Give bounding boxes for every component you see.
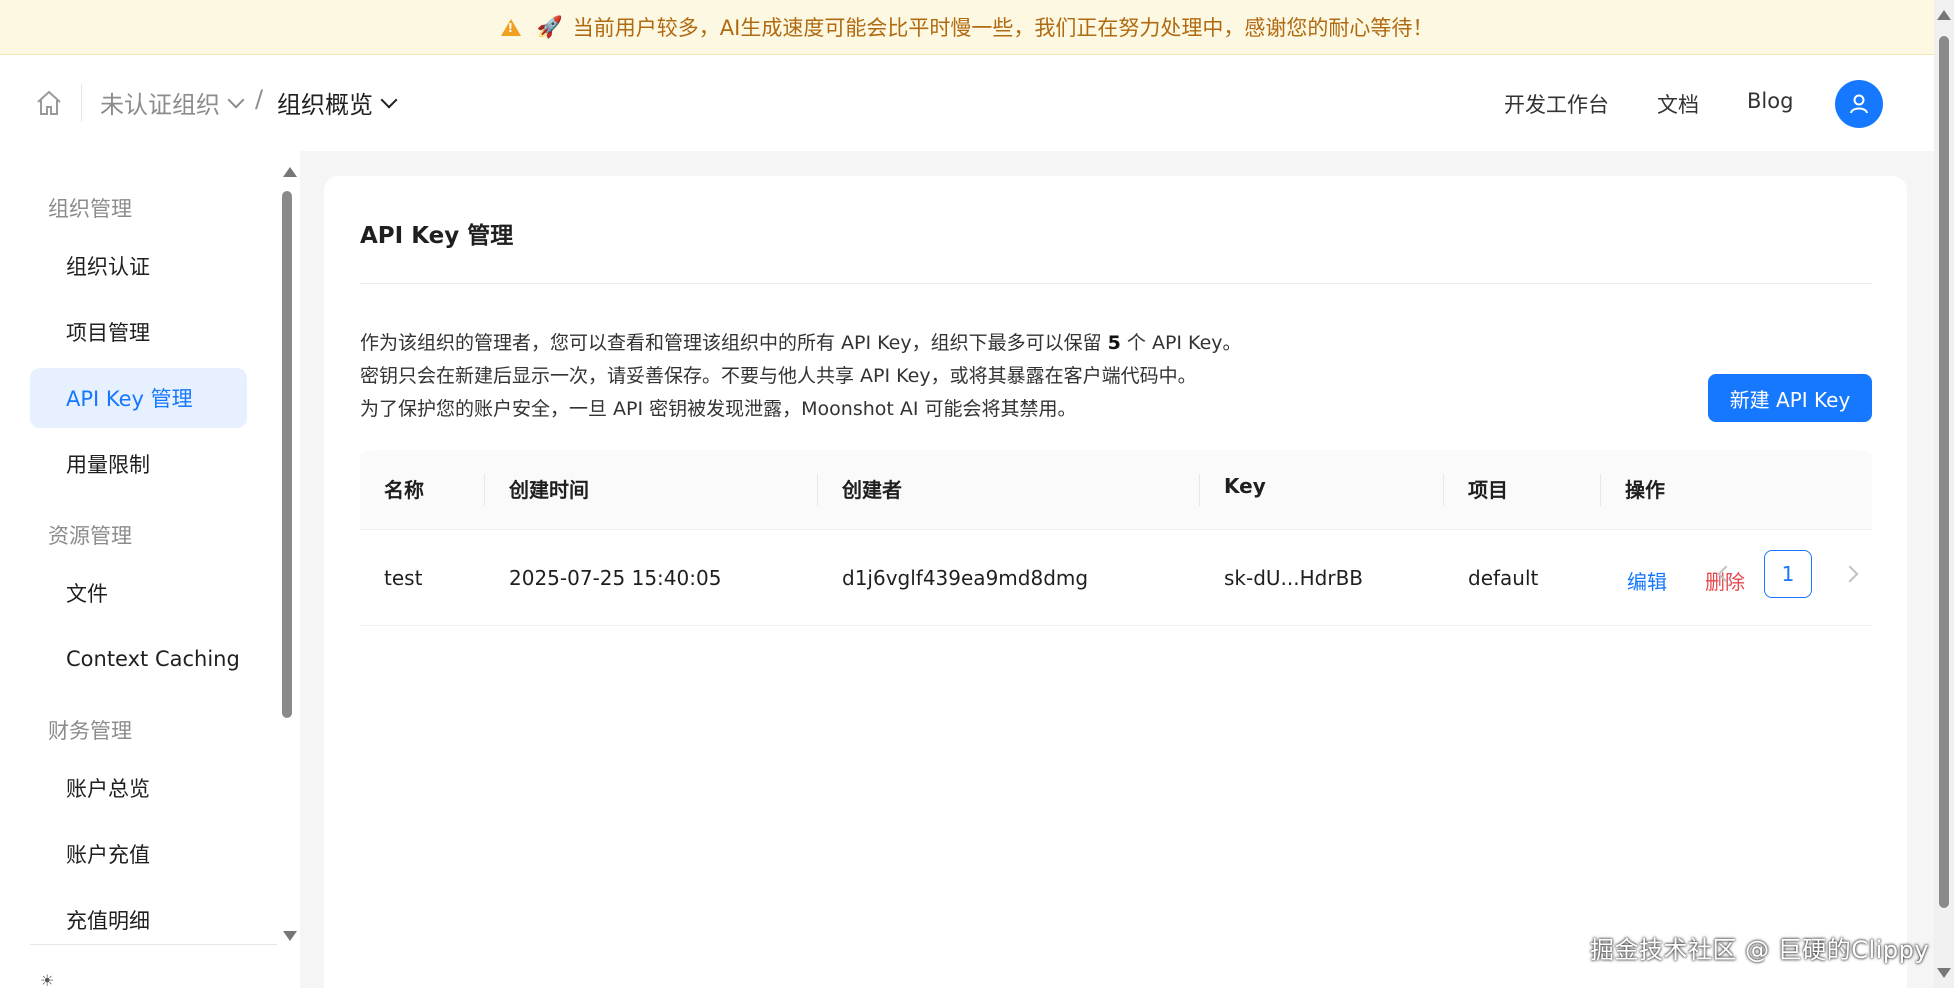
sidebar-item-recharge[interactable]: 账户充值	[30, 824, 247, 884]
sidebar: 组织管理 组织认证 项目管理 API Key 管理 用量限制 资源管理 文件 C…	[0, 151, 300, 988]
column-separator	[1600, 474, 1601, 506]
avatar[interactable]	[1835, 80, 1883, 128]
org-switcher[interactable]: 未认证组织	[100, 85, 245, 120]
chevron-down-icon	[380, 91, 398, 108]
cell-project: default	[1468, 566, 1539, 590]
column-separator	[817, 474, 818, 506]
scroll-down-arrow-icon[interactable]	[283, 931, 297, 941]
column-created: 创建时间	[509, 478, 589, 502]
description-line-2: 密钥只会在新建后显示一次，请妥善保存。不要与他人共享 API Key，或将其暴露…	[360, 365, 1197, 387]
column-project: 项目	[1468, 478, 1508, 502]
watermark: 掘金技术社区 @ 巨硬的Clippy	[1590, 936, 1930, 964]
warning-icon	[500, 18, 521, 36]
column-creator: 创建者	[842, 478, 902, 502]
sidebar-item-context-caching[interactable]: Context Caching	[30, 629, 247, 689]
api-key-card: API Key 管理 作为该组织的管理者，您可以查看和管理该组织中的所有 API…	[324, 176, 1907, 988]
column-separator	[1199, 474, 1200, 506]
banner-text: 当前用户较多，AI生成速度可能会比平时慢一些，我们正在努力处理中，感谢您的耐心等…	[572, 16, 1434, 40]
sidebar-item-api-keys[interactable]: API Key 管理	[30, 368, 247, 428]
sidebar-item-org-verify[interactable]: 组织认证	[30, 236, 247, 296]
notice-banner: 🚀 当前用户较多，AI生成速度可能会比平时慢一些，我们正在努力处理中，感谢您的耐…	[0, 0, 1934, 55]
rocket-icon: 🚀	[536, 14, 563, 39]
scroll-down-arrow-icon[interactable]	[1937, 968, 1951, 978]
window-scrollbar[interactable]	[1934, 0, 1954, 988]
cell-created: 2025-07-25 15:40:05	[509, 566, 722, 590]
org-label: 未认证组织	[100, 91, 220, 119]
sidebar-section-org: 组织管理	[48, 197, 132, 221]
chevron-down-icon	[227, 91, 245, 108]
column-name: 名称	[384, 478, 424, 502]
sidebar-section-finance: 财务管理	[48, 719, 132, 743]
pagination-page[interactable]: 1	[1764, 550, 1812, 598]
scroll-up-arrow-icon[interactable]	[283, 167, 297, 177]
cell-name: test	[384, 566, 423, 590]
nav-docs[interactable]: 文档	[1657, 89, 1699, 119]
description-line-1: 作为该组织的管理者，您可以查看和管理该组织中的所有 API Key，组织下最多可…	[360, 328, 1242, 355]
nav-dev-console[interactable]: 开发工作台	[1504, 89, 1609, 119]
page-title: API Key 管理	[360, 223, 514, 249]
user-icon	[1850, 94, 1868, 114]
header-divider	[81, 84, 82, 122]
api-key-table: 名称 创建时间 创建者 Key 项目 操作 test 2025-07-25 15…	[360, 450, 1872, 626]
home-icon[interactable]	[34, 88, 64, 118]
desc-text: 个 API Key。	[1126, 332, 1242, 354]
page-label: 组织概览	[277, 91, 373, 119]
column-actions: 操作	[1625, 478, 1665, 502]
sidebar-item-files[interactable]: 文件	[30, 563, 247, 623]
max-keys-count: 5	[1107, 332, 1121, 354]
column-key: Key	[1224, 474, 1266, 498]
window-scroll-thumb[interactable]	[1939, 36, 1949, 908]
top-header: 未认证组织 / 组织概览 开发工作台 文档 Blog	[0, 55, 1934, 151]
column-separator	[1443, 474, 1444, 506]
sidebar-item-projects[interactable]: 项目管理	[30, 302, 247, 362]
nav-blog[interactable]: Blog	[1747, 89, 1793, 113]
table-header: 名称 创建时间 创建者 Key 项目 操作	[360, 450, 1872, 530]
sidebar-item-recharge-history[interactable]: 充值明细	[30, 890, 247, 950]
sidebar-scrollbar[interactable]	[280, 161, 297, 941]
sidebar-scroll-thumb[interactable]	[282, 191, 292, 718]
sidebar-divider	[30, 944, 277, 945]
table-row: test 2025-07-25 15:40:05 d1j6vglf439ea9m…	[360, 530, 1872, 626]
page-switcher[interactable]: 组织概览	[277, 85, 398, 120]
scroll-up-arrow-icon[interactable]	[1937, 10, 1951, 20]
desc-text: 作为该组织的管理者，您可以查看和管理该组织中的所有 API Key，组织下最多可…	[360, 332, 1102, 354]
cell-key: sk-dU...HdrBB	[1224, 566, 1364, 590]
sun-icon[interactable]: ☀	[40, 971, 54, 988]
edit-link[interactable]: 编辑	[1627, 566, 1667, 595]
sidebar-item-usage-limits[interactable]: 用量限制	[30, 434, 247, 494]
sidebar-section-resources: 资源管理	[48, 524, 132, 548]
breadcrumb-separator: /	[255, 85, 264, 113]
sidebar-item-account-overview[interactable]: 账户总览	[30, 758, 247, 818]
title-divider	[360, 283, 1872, 284]
description-line-3: 为了保护您的账户安全，一旦 API 密钥被发现泄露，Moonshot AI 可能…	[360, 398, 1077, 420]
cell-creator: d1j6vglf439ea9md8dmg	[842, 566, 1089, 590]
new-api-key-button[interactable]: 新建 API Key	[1708, 374, 1872, 422]
column-separator	[484, 474, 485, 506]
